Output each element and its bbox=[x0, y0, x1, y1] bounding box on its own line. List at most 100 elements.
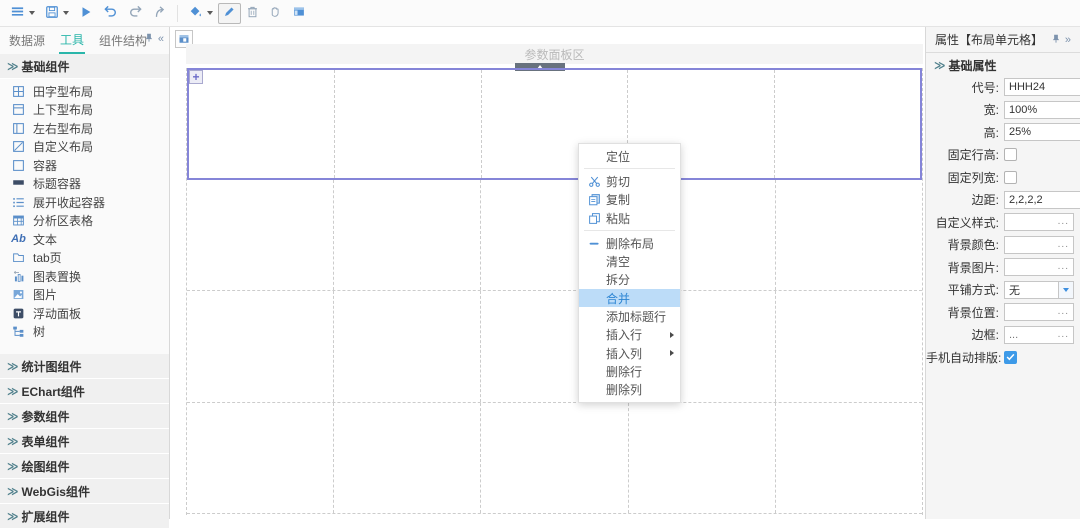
save-button[interactable] bbox=[40, 3, 74, 24]
grid-cell[interactable] bbox=[334, 180, 481, 291]
property-input[interactable] bbox=[1004, 101, 1080, 119]
section-header-collapsed[interactable]: ≫参数组件 bbox=[0, 404, 169, 429]
param-panel-area[interactable]: 参数面板区 bbox=[186, 44, 923, 64]
redo-button[interactable] bbox=[123, 3, 148, 24]
component-item[interactable]: tab页 bbox=[0, 249, 169, 268]
menu-item-剪切[interactable]: 剪切 bbox=[579, 172, 680, 190]
section-header-collapsed[interactable]: ≫扩展组件 bbox=[0, 504, 169, 529]
menu-item-插入行[interactable]: 插入行 bbox=[579, 326, 680, 344]
hand-button[interactable] bbox=[264, 3, 287, 24]
ellipsis-button[interactable]: ... bbox=[1058, 218, 1069, 226]
design-canvas[interactable]: 参数面板区 + bbox=[171, 27, 925, 519]
component-item[interactable]: 自定义布局 bbox=[0, 138, 169, 157]
property-input[interactable] bbox=[1004, 123, 1080, 141]
property-checkbox[interactable] bbox=[1004, 171, 1017, 184]
menu-item-label: 定位 bbox=[606, 148, 630, 165]
component-label: 分析区表格 bbox=[33, 212, 93, 229]
menu-item-清空[interactable]: 清空 bbox=[579, 252, 680, 270]
section-header-collapsed[interactable]: ≫绘图组件 bbox=[0, 454, 169, 479]
property-picker[interactable]: ... bbox=[1004, 258, 1074, 276]
component-item[interactable]: 上下型布局 bbox=[0, 101, 169, 120]
grid-cell[interactable] bbox=[775, 70, 920, 178]
grid-row[interactable] bbox=[187, 403, 922, 515]
format-paint-button[interactable] bbox=[183, 3, 218, 24]
menu-item-插入列[interactable]: 插入列 bbox=[579, 344, 680, 362]
chevron-collapsed-icon: ≫ bbox=[7, 435, 17, 448]
tab-structure[interactable]: 组件结构 bbox=[98, 28, 148, 53]
component-item[interactable]: 左右型布局 bbox=[0, 119, 169, 138]
ellipsis-button[interactable]: ... bbox=[1058, 263, 1069, 271]
panel-button[interactable] bbox=[287, 3, 311, 24]
property-checkbox[interactable] bbox=[1004, 351, 1017, 364]
menu-item-删除行[interactable]: 删除行 bbox=[579, 362, 680, 380]
run-button[interactable] bbox=[74, 3, 98, 24]
grid-cell[interactable] bbox=[481, 403, 628, 514]
component-item[interactable]: 容器 bbox=[0, 156, 169, 175]
edit-pencil-button[interactable] bbox=[218, 3, 241, 24]
ellipsis-button[interactable]: ... bbox=[1058, 308, 1069, 316]
component-item[interactable]: 分析区表格 bbox=[0, 212, 169, 231]
ellipsis-button[interactable]: ... bbox=[1058, 241, 1069, 249]
component-item[interactable]: 展开收起容器 bbox=[0, 193, 169, 212]
menu-item-粘贴[interactable]: 粘贴 bbox=[579, 209, 680, 227]
property-input[interactable] bbox=[1004, 78, 1080, 96]
grid-cell[interactable] bbox=[776, 403, 922, 514]
component-item[interactable]: 标题容器 bbox=[0, 175, 169, 194]
property-picker[interactable]: ...... bbox=[1004, 326, 1074, 344]
component-item[interactable]: 浮动面板 bbox=[0, 304, 169, 323]
component-item[interactable]: 树 bbox=[0, 323, 169, 342]
component-item[interactable]: Ab文本 bbox=[0, 230, 169, 249]
grid-cell[interactable] bbox=[776, 180, 922, 291]
chevron-down-icon[interactable] bbox=[63, 11, 69, 15]
up-level-button[interactable] bbox=[148, 3, 172, 24]
menu-item-合并[interactable]: 合并 bbox=[579, 289, 680, 307]
grid-cell[interactable] bbox=[334, 403, 481, 514]
property-input[interactable] bbox=[1004, 191, 1080, 209]
pin-icon[interactable] bbox=[144, 32, 154, 46]
pin-icon[interactable] bbox=[1051, 33, 1061, 47]
tab-tools[interactable]: 工具 bbox=[59, 27, 85, 54]
collapse-left-icon[interactable]: « bbox=[158, 33, 164, 45]
section-header-collapsed[interactable]: ≫EChart组件 bbox=[0, 379, 169, 404]
property-checkbox[interactable] bbox=[1004, 148, 1017, 161]
menu-item-添加标题行[interactable]: 添加标题行 bbox=[579, 307, 680, 325]
delete-button[interactable] bbox=[241, 3, 264, 24]
section-header-basic-components[interactable]: ≫ 基础组件 bbox=[0, 54, 169, 79]
ellipsis-button[interactable]: ... bbox=[1058, 331, 1069, 339]
undo-button[interactable] bbox=[98, 3, 123, 24]
grid-row[interactable] bbox=[187, 291, 922, 403]
section-header-collapsed[interactable]: ≫统计图组件 bbox=[0, 354, 169, 379]
property-picker[interactable]: ... bbox=[1004, 236, 1074, 254]
menu-item-定位[interactable]: 定位 bbox=[579, 147, 680, 165]
section-header-collapsed[interactable]: ≫表单组件 bbox=[0, 429, 169, 454]
section-header-basic-props[interactable]: ≫ 基础属性 bbox=[926, 53, 1080, 78]
grid-cell[interactable] bbox=[629, 403, 776, 514]
component-item[interactable]: 田字型布局 bbox=[0, 82, 169, 101]
grid-cell[interactable] bbox=[187, 180, 334, 291]
add-component-button[interactable]: + bbox=[189, 70, 203, 84]
grid-row[interactable] bbox=[187, 180, 922, 292]
property-picker[interactable]: ... bbox=[1004, 303, 1074, 321]
grid-cell[interactable] bbox=[189, 70, 335, 178]
property-picker[interactable]: ... bbox=[1004, 213, 1074, 231]
chevron-down-icon[interactable] bbox=[207, 11, 213, 15]
menu-item-删除列[interactable]: 删除列 bbox=[579, 381, 680, 399]
grid-cell[interactable] bbox=[334, 291, 481, 402]
menu-item-拆分[interactable]: 拆分 bbox=[579, 271, 680, 289]
grid-cell[interactable] bbox=[187, 291, 334, 402]
grid-cell[interactable] bbox=[187, 403, 334, 514]
grid-cell[interactable] bbox=[776, 291, 922, 402]
menu-item-复制[interactable]: 复制 bbox=[579, 191, 680, 209]
grid-cell[interactable] bbox=[335, 70, 481, 178]
component-item[interactable]: 图表置换 bbox=[0, 267, 169, 286]
tab-datasource[interactable]: 数据源 bbox=[8, 28, 46, 53]
menu-button[interactable] bbox=[5, 3, 40, 24]
select-dropdown-button[interactable] bbox=[1058, 282, 1073, 298]
section-header-collapsed[interactable]: ≫WebGis组件 bbox=[0, 479, 169, 504]
grid-row-selected[interactable]: + bbox=[187, 68, 922, 180]
collapse-right-icon[interactable]: » bbox=[1065, 34, 1071, 46]
chevron-down-icon[interactable] bbox=[29, 11, 35, 15]
menu-item-删除布局[interactable]: 删除布局 bbox=[579, 234, 680, 252]
component-item[interactable]: 图片 bbox=[0, 286, 169, 305]
property-select[interactable]: 无 bbox=[1004, 281, 1074, 299]
